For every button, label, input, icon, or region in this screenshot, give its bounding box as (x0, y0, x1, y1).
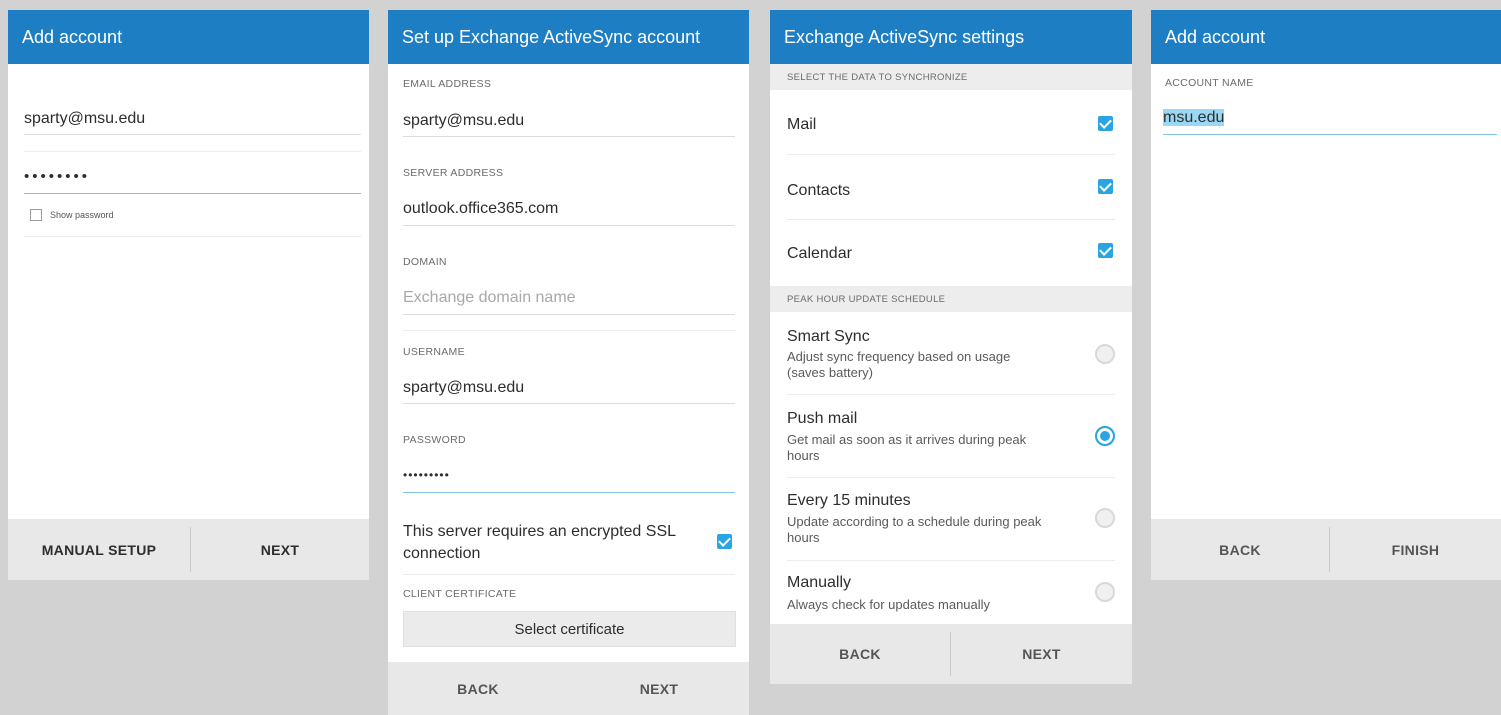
divider (787, 219, 1115, 220)
divider (24, 236, 361, 237)
sync-calendar-label: Calendar (787, 245, 852, 262)
domain-input[interactable]: Exchange domain name (403, 289, 576, 307)
next-button[interactable]: NEXT (569, 662, 749, 715)
smart-sync-radio[interactable] (1095, 344, 1115, 364)
account-name-screen: Add account ACCOUNT NAME msu.edu BACK FI… (1151, 10, 1501, 580)
sync-contacts-checkbox[interactable] (1098, 179, 1113, 194)
password-input[interactable]: •••••••• (24, 168, 90, 185)
every-15-title: Every 15 minutes (787, 492, 911, 509)
divider (787, 394, 1115, 395)
screen-title: Add account (1165, 27, 1266, 47)
back-button[interactable]: BACK (388, 662, 568, 715)
divider (787, 477, 1115, 478)
app-bar: Set up Exchange ActiveSync account (388, 10, 749, 64)
email-underline (403, 136, 735, 137)
push-mail-desc-line1: Get mail as soon as it arrives during pe… (787, 432, 1027, 447)
domain-underline (403, 314, 735, 315)
push-mail-desc-line2: hours (787, 448, 820, 463)
sync-contacts-label: Contacts (787, 182, 851, 199)
sync-mail-label: Mail (787, 116, 817, 133)
username-input[interactable]: sparty@msu.edu (403, 379, 524, 397)
cert-caption: CLIENT CERTIFICATE (403, 588, 517, 600)
app-bar: Exchange ActiveSync settings (770, 10, 1132, 64)
back-button[interactable]: BACK (770, 624, 950, 684)
sync-section-label: SELECT THE DATA TO SYNCHRONIZE (787, 72, 968, 83)
password-caption: PASSWORD (403, 434, 466, 446)
password-underline (24, 193, 361, 194)
ssl-label-line1: This server requires an encrypted SSL (403, 523, 677, 540)
app-bar: Add account (1151, 10, 1501, 64)
peak-section-label: PEAK HOUR UPDATE SCHEDULE (787, 294, 946, 305)
every-15-desc-line2: hours (787, 530, 820, 545)
screen-title: Add account (22, 27, 123, 47)
finish-button[interactable]: FINISH (1330, 519, 1501, 580)
email-input[interactable]: sparty@msu.edu (403, 112, 524, 130)
bottom-bar: BACK NEXT (388, 662, 749, 715)
sync-section-header: SELECT THE DATA TO SYNCHRONIZE (770, 64, 1132, 90)
divider (403, 574, 735, 575)
domain-caption: DOMAIN (403, 256, 447, 268)
push-mail-title: Push mail (787, 410, 858, 427)
back-button[interactable]: BACK (1151, 519, 1329, 580)
every-15-radio[interactable] (1095, 508, 1115, 528)
app-bar: Add account (8, 10, 369, 64)
username-caption: USERNAME (403, 346, 465, 358)
divider (24, 151, 361, 152)
select-certificate-button[interactable]: Select certificate (403, 611, 736, 647)
sync-calendar-checkbox[interactable] (1098, 243, 1113, 258)
divider (787, 560, 1115, 561)
screen-title: Set up Exchange ActiveSync account (402, 27, 701, 47)
push-mail-radio[interactable] (1095, 426, 1115, 446)
every-15-desc-line1: Update according to a schedule during pe… (787, 514, 1042, 529)
manually-desc: Always check for updates manually (787, 597, 991, 612)
divider (403, 330, 735, 331)
bottom-bar: BACK NEXT (770, 624, 1132, 684)
show-password-label: Show password (50, 210, 114, 220)
password-underline (403, 492, 735, 493)
account-name-caption: ACCOUNT NAME (1165, 77, 1254, 89)
setup-screen: Set up Exchange ActiveSync account EMAIL… (388, 10, 749, 715)
server-input[interactable]: outlook.office365.com (403, 200, 558, 218)
sync-mail-checkbox[interactable] (1098, 116, 1113, 131)
password-input[interactable]: ••••••••• (403, 468, 450, 482)
account-name-value: msu.edu (1163, 109, 1225, 126)
show-password-checkbox[interactable] (30, 209, 42, 221)
screen-title: Exchange ActiveSync settings (784, 27, 1025, 47)
account-name-underline (1163, 134, 1497, 135)
settings-screen: Exchange ActiveSync settings SELECT THE … (770, 10, 1132, 684)
smart-sync-desc-line2: (saves battery) (787, 365, 873, 380)
email-caption: EMAIL ADDRESS (403, 78, 492, 90)
next-button[interactable]: NEXT (951, 624, 1132, 684)
next-button[interactable]: NEXT (191, 519, 369, 580)
bottom-bar: MANUAL SETUP NEXT (8, 519, 369, 580)
peak-section-header: PEAK HOUR UPDATE SCHEDULE (770, 286, 1132, 312)
add-account-screen: Add account sparty@msu.edu •••••••• Show… (8, 10, 369, 580)
manually-title: Manually (787, 574, 852, 591)
smart-sync-title: Smart Sync (787, 328, 870, 345)
server-underline (403, 225, 735, 226)
email-input[interactable]: sparty@msu.edu (24, 110, 145, 128)
manually-radio[interactable] (1095, 582, 1115, 602)
email-underline (24, 134, 361, 135)
ssl-checkbox[interactable] (717, 534, 732, 549)
bottom-bar: BACK FINISH (1151, 519, 1501, 580)
manual-setup-button[interactable]: MANUAL SETUP (8, 519, 190, 580)
divider (787, 154, 1115, 155)
server-caption: SERVER ADDRESS (403, 167, 504, 179)
account-name-input[interactable]: msu.edu (1163, 109, 1225, 127)
username-underline (403, 403, 735, 404)
ssl-label-line2: connection (403, 545, 481, 562)
smart-sync-desc-line1: Adjust sync frequency based on usage (787, 349, 1011, 364)
